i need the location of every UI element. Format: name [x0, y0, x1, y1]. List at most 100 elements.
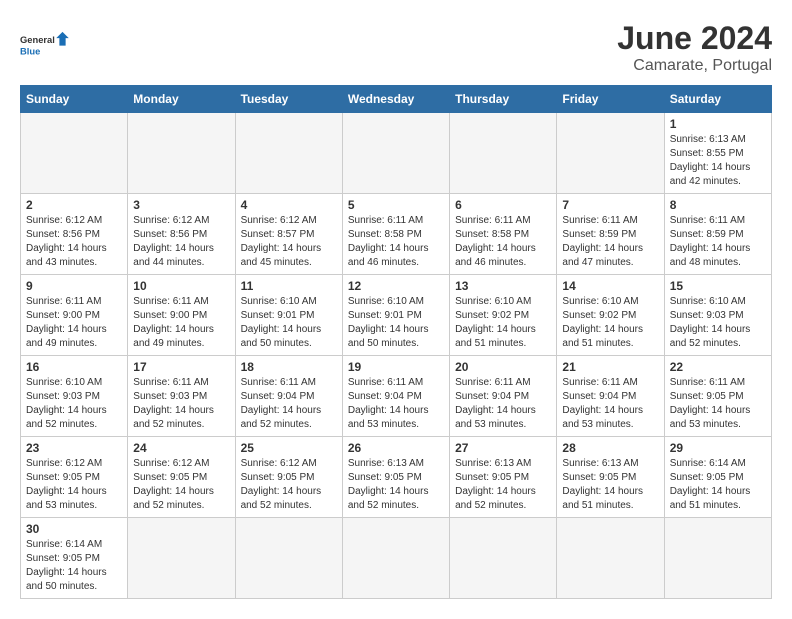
day-number: 26	[348, 441, 444, 455]
weekday-header-row: SundayMondayTuesdayWednesdayThursdayFrid…	[21, 86, 772, 113]
calendar-cell: 9 Sunrise: 6:11 AM Sunset: 9:00 PM Daylig…	[21, 275, 128, 356]
calendar-cell: 4 Sunrise: 6:12 AM Sunset: 8:57 PM Daylig…	[235, 194, 342, 275]
day-number: 7	[562, 198, 658, 212]
day-info: Sunrise: 6:10 AM Sunset: 9:01 PM Dayligh…	[241, 295, 337, 351]
day-number: 25	[241, 441, 337, 455]
calendar-cell: 13 Sunrise: 6:10 AM Sunset: 9:02 PM Dayli…	[450, 275, 557, 356]
calendar-cell	[128, 113, 235, 194]
day-number: 18	[241, 360, 337, 374]
calendar-cell	[450, 113, 557, 194]
week-row-1: 1Sunrise: 6:13 AM Sunset: 8:55 PM Daylig…	[21, 113, 772, 194]
calendar-cell: 30Sunrise: 6:14 AM Sunset: 9:05 PM Dayli…	[21, 518, 128, 599]
day-number: 12	[348, 279, 444, 293]
day-info: Sunrise: 6:13 AM Sunset: 9:05 PM Dayligh…	[455, 457, 551, 513]
day-number: 21	[562, 360, 658, 374]
calendar-cell: 10 Sunrise: 6:11 AM Sunset: 9:00 PM Dayli…	[128, 275, 235, 356]
day-info: Sunrise: 6:11 AM Sunset: 9:05 PM Dayligh…	[670, 376, 766, 432]
page-header: General Blue June 2024 Camarate, Portuga…	[20, 20, 772, 75]
weekday-header-friday: Friday	[557, 86, 664, 113]
calendar-cell: 17 Sunrise: 6:11 AM Sunset: 9:03 PM Dayli…	[128, 356, 235, 437]
day-info: Sunrise: 6:10 AM Sunset: 9:01 PM Dayligh…	[348, 295, 444, 351]
week-row-2: 2Sunrise: 6:12 AM Sunset: 8:56 PM Daylig…	[21, 194, 772, 275]
day-number: 23	[26, 441, 122, 455]
calendar-cell: 28 Sunrise: 6:13 AM Sunset: 9:05 PM Dayli…	[557, 437, 664, 518]
location-title: Camarate, Portugal	[617, 57, 772, 75]
day-info: Sunrise: 6:12 AM Sunset: 9:05 PM Dayligh…	[241, 457, 337, 513]
day-number: 13	[455, 279, 551, 293]
day-number: 17	[133, 360, 229, 374]
day-info: Sunrise: 6:10 AM Sunset: 9:02 PM Dayligh…	[455, 295, 551, 351]
calendar-cell: 8Sunrise: 6:11 AM Sunset: 8:59 PM Daylig…	[664, 194, 771, 275]
day-number: 24	[133, 441, 229, 455]
calendar-cell: 2Sunrise: 6:12 AM Sunset: 8:56 PM Daylig…	[21, 194, 128, 275]
calendar-cell	[450, 518, 557, 599]
day-info: Sunrise: 6:11 AM Sunset: 9:04 PM Dayligh…	[241, 376, 337, 432]
calendar-cell	[128, 518, 235, 599]
calendar-cell: 7 Sunrise: 6:11 AM Sunset: 8:59 PM Daylig…	[557, 194, 664, 275]
calendar-cell: 20Sunrise: 6:11 AM Sunset: 9:04 PM Dayli…	[450, 356, 557, 437]
month-title: June 2024	[617, 20, 772, 57]
day-info: Sunrise: 6:11 AM Sunset: 9:00 PM Dayligh…	[26, 295, 122, 351]
title-area: June 2024 Camarate, Portugal	[617, 20, 772, 75]
day-number: 15	[670, 279, 766, 293]
calendar-cell: 19 Sunrise: 6:11 AM Sunset: 9:04 PM Dayli…	[342, 356, 449, 437]
weekday-header-tuesday: Tuesday	[235, 86, 342, 113]
weekday-header-sunday: Sunday	[21, 86, 128, 113]
day-number: 27	[455, 441, 551, 455]
day-info: Sunrise: 6:11 AM Sunset: 9:03 PM Dayligh…	[133, 376, 229, 432]
week-row-3: 9 Sunrise: 6:11 AM Sunset: 9:00 PM Daylig…	[21, 275, 772, 356]
day-info: Sunrise: 6:12 AM Sunset: 8:56 PM Dayligh…	[133, 214, 229, 270]
day-number: 4	[241, 198, 337, 212]
calendar-cell: 15Sunrise: 6:10 AM Sunset: 9:03 PM Dayli…	[664, 275, 771, 356]
calendar-cell: 18 Sunrise: 6:11 AM Sunset: 9:04 PM Dayli…	[235, 356, 342, 437]
day-number: 30	[26, 522, 122, 536]
calendar-cell	[235, 113, 342, 194]
calendar-cell: 22Sunrise: 6:11 AM Sunset: 9:05 PM Dayli…	[664, 356, 771, 437]
calendar-cell: 29 Sunrise: 6:14 AM Sunset: 9:05 PM Dayli…	[664, 437, 771, 518]
day-number: 16	[26, 360, 122, 374]
day-number: 8	[670, 198, 766, 212]
day-number: 11	[241, 279, 337, 293]
calendar-cell: 14 Sunrise: 6:10 AM Sunset: 9:02 PM Dayli…	[557, 275, 664, 356]
calendar-cell: 1Sunrise: 6:13 AM Sunset: 8:55 PM Daylig…	[664, 113, 771, 194]
day-info: Sunrise: 6:11 AM Sunset: 9:00 PM Dayligh…	[133, 295, 229, 351]
day-info: Sunrise: 6:11 AM Sunset: 9:04 PM Dayligh…	[348, 376, 444, 432]
logo: General Blue	[20, 20, 70, 70]
day-info: Sunrise: 6:11 AM Sunset: 8:58 PM Dayligh…	[455, 214, 551, 270]
weekday-header-monday: Monday	[128, 86, 235, 113]
day-info: Sunrise: 6:11 AM Sunset: 8:58 PM Dayligh…	[348, 214, 444, 270]
calendar-cell: 23 Sunrise: 6:12 AM Sunset: 9:05 PM Dayli…	[21, 437, 128, 518]
calendar-cell	[235, 518, 342, 599]
calendar-cell: 26 Sunrise: 6:13 AM Sunset: 9:05 PM Dayli…	[342, 437, 449, 518]
day-number: 19	[348, 360, 444, 374]
day-number: 20	[455, 360, 551, 374]
day-info: Sunrise: 6:14 AM Sunset: 9:05 PM Dayligh…	[670, 457, 766, 513]
calendar-cell	[342, 113, 449, 194]
calendar-cell: 25 Sunrise: 6:12 AM Sunset: 9:05 PM Dayli…	[235, 437, 342, 518]
day-number: 14	[562, 279, 658, 293]
calendar-cell	[342, 518, 449, 599]
day-number: 29	[670, 441, 766, 455]
calendar-cell: 12 Sunrise: 6:10 AM Sunset: 9:01 PM Dayli…	[342, 275, 449, 356]
calendar-cell: 3 Sunrise: 6:12 AM Sunset: 8:56 PM Daylig…	[128, 194, 235, 275]
day-number: 10	[133, 279, 229, 293]
day-number: 28	[562, 441, 658, 455]
day-info: Sunrise: 6:13 AM Sunset: 9:05 PM Dayligh…	[348, 457, 444, 513]
day-number: 9	[26, 279, 122, 293]
calendar-cell	[664, 518, 771, 599]
calendar-cell: 27 Sunrise: 6:13 AM Sunset: 9:05 PM Dayli…	[450, 437, 557, 518]
calendar-cell	[21, 113, 128, 194]
calendar-table: SundayMondayTuesdayWednesdayThursdayFrid…	[20, 85, 772, 599]
day-info: Sunrise: 6:11 AM Sunset: 9:04 PM Dayligh…	[562, 376, 658, 432]
week-row-6: 30Sunrise: 6:14 AM Sunset: 9:05 PM Dayli…	[21, 518, 772, 599]
day-info: Sunrise: 6:10 AM Sunset: 9:02 PM Dayligh…	[562, 295, 658, 351]
svg-text:General: General	[20, 35, 55, 45]
day-info: Sunrise: 6:11 AM Sunset: 8:59 PM Dayligh…	[562, 214, 658, 270]
day-number: 3	[133, 198, 229, 212]
weekday-header-wednesday: Wednesday	[342, 86, 449, 113]
day-info: Sunrise: 6:10 AM Sunset: 9:03 PM Dayligh…	[26, 376, 122, 432]
day-info: Sunrise: 6:13 AM Sunset: 9:05 PM Dayligh…	[562, 457, 658, 513]
day-info: Sunrise: 6:12 AM Sunset: 8:57 PM Dayligh…	[241, 214, 337, 270]
day-info: Sunrise: 6:12 AM Sunset: 9:05 PM Dayligh…	[26, 457, 122, 513]
day-info: Sunrise: 6:13 AM Sunset: 8:55 PM Dayligh…	[670, 133, 766, 189]
